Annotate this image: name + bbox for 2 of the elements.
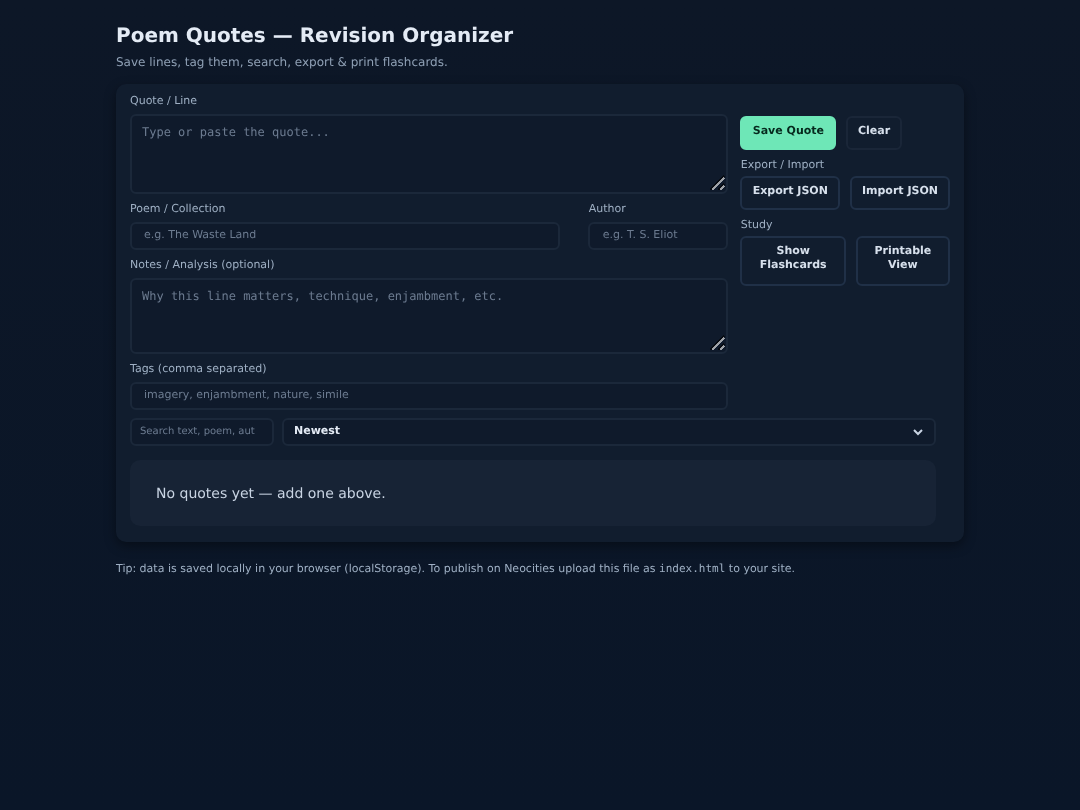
page-title: Poem Quotes — Revision Organizer [116, 26, 516, 48]
chevron-down-icon [912, 428, 924, 436]
